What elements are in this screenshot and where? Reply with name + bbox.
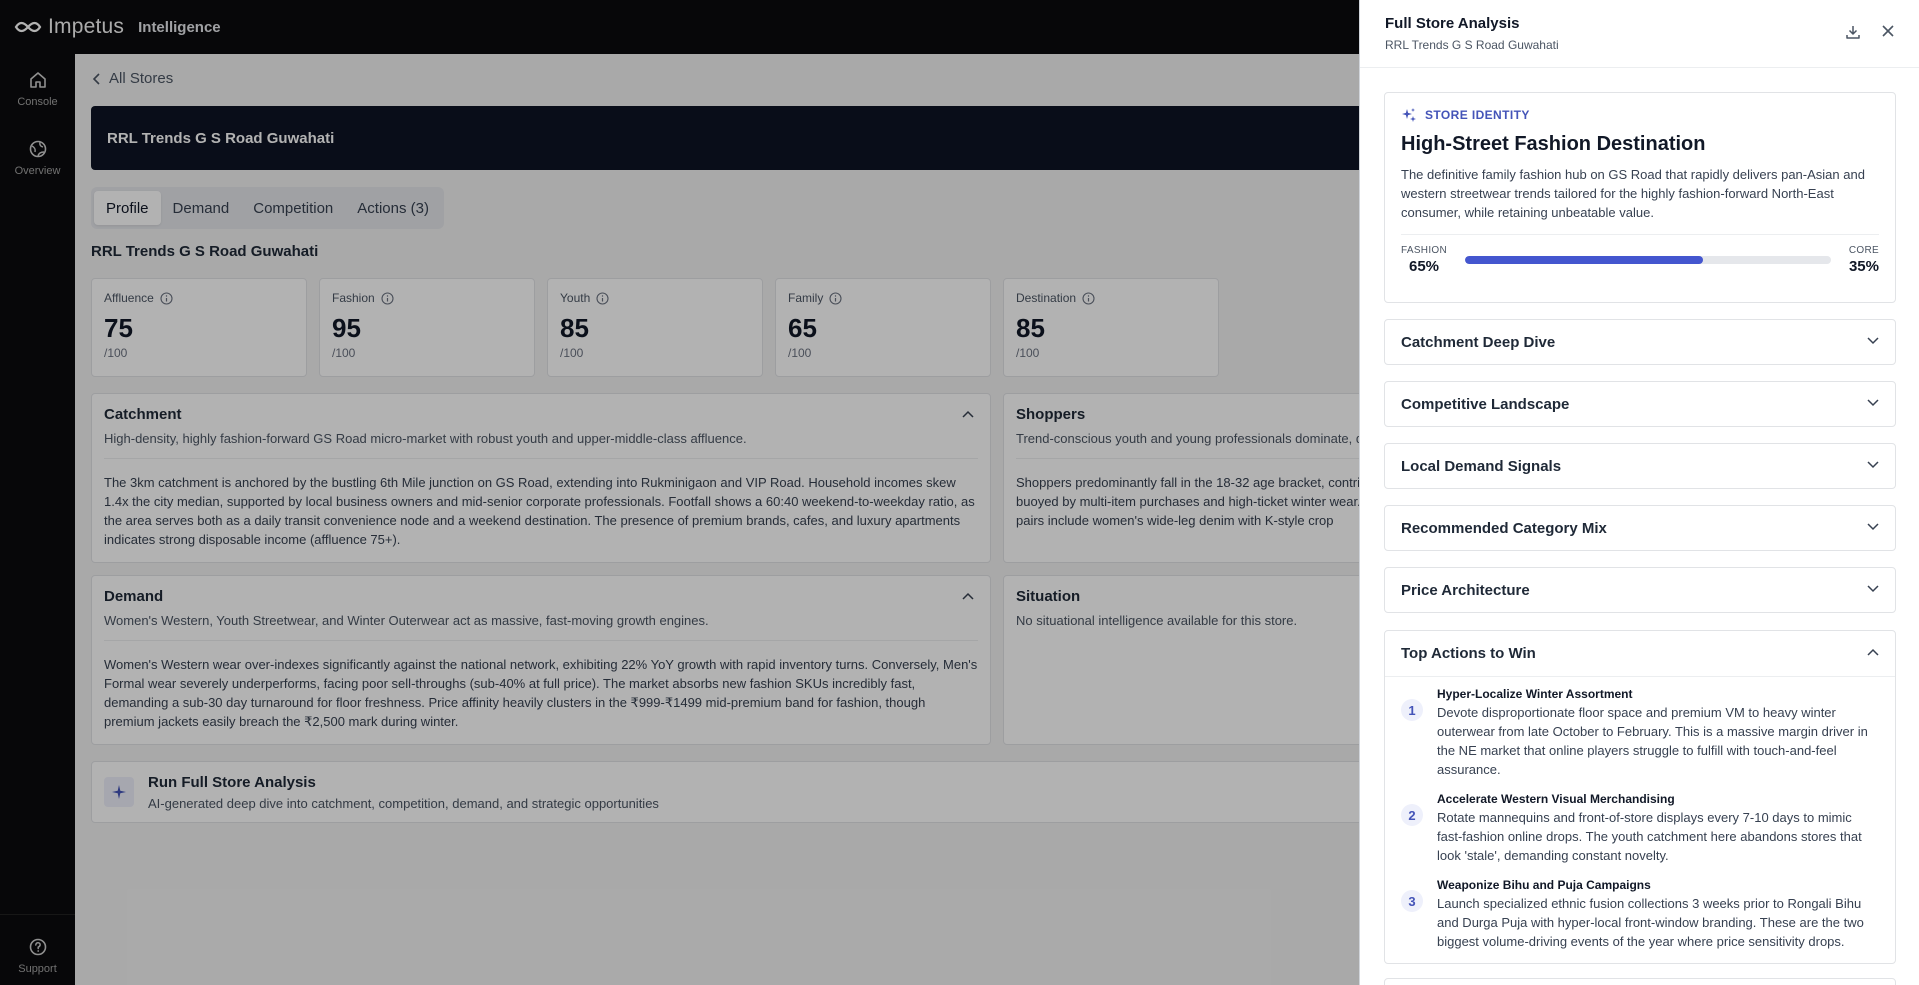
action-item: 3 Weaponize Bihu and Puja Campaigns Laun… — [1401, 878, 1877, 951]
chevron-down-icon — [1867, 585, 1879, 593]
accordion-local-demand-signals[interactable]: Local Demand Signals — [1384, 443, 1896, 489]
chevron-down-icon — [1867, 399, 1879, 407]
accordion-recommended-category-mix[interactable]: Recommended Category Mix — [1384, 505, 1896, 551]
identity-description: The definitive family fashion hub on GS … — [1401, 167, 1865, 220]
split-left-value: 65% — [1408, 258, 1440, 275]
identity-divider — [1401, 234, 1879, 235]
accordion-competitive-landscape[interactable]: Competitive Landscape — [1384, 381, 1896, 427]
chevron-down-icon — [1867, 461, 1879, 469]
chevron-down-icon — [1867, 523, 1879, 531]
identity-label: STORE IDENTITY — [1425, 108, 1530, 122]
full-store-analysis-panel: Full Store Analysis RRL Trends G S Road … — [1359, 0, 1919, 985]
accordion-catchment-deep-dive[interactable]: Catchment Deep Dive — [1384, 319, 1896, 365]
close-button[interactable] — [1881, 24, 1895, 40]
modal-backdrop[interactable] — [0, 0, 1359, 985]
split-right-key: CORE — [1848, 245, 1879, 256]
action-title: Accelerate Western Visual Merchandising — [1437, 792, 1675, 806]
accordion-title: Price Architecture — [1401, 581, 1530, 599]
panel-subtitle: RRL Trends G S Road Guwahati — [1385, 38, 1559, 52]
download-button[interactable] — [1845, 24, 1861, 40]
action-item: 2 Accelerate Western Visual Merchandisin… — [1401, 792, 1877, 865]
action-title: Weaponize Bihu and Puja Campaigns — [1437, 878, 1651, 892]
action-item: 1 Hyper-Localize Winter Assortment Devot… — [1401, 687, 1877, 779]
chevron-up-icon — [1867, 648, 1879, 656]
split-progress-fill — [1465, 256, 1703, 264]
panel-header: Full Store Analysis RRL Trends G S Road … — [1360, 0, 1919, 68]
accordion-title: Catchment Deep Dive — [1401, 333, 1556, 351]
next-section-edge — [1384, 978, 1896, 985]
sparkles-icon — [1402, 108, 1416, 122]
action-description: Launch specialized ethnic fusion collect… — [1437, 896, 1864, 949]
download-icon — [1846, 26, 1860, 39]
accordion-title: Top Actions to Win — [1401, 645, 1536, 662]
accordion-price-architecture[interactable]: Price Architecture — [1384, 567, 1896, 613]
action-number: 3 — [1401, 890, 1423, 912]
accordion-title: Local Demand Signals — [1401, 457, 1562, 475]
action-number: 1 — [1401, 699, 1423, 721]
identity-headline: High-Street Fashion Destination — [1401, 133, 1706, 155]
fashion-core-split: FASHION 65% CORE 35% — [1401, 245, 1879, 275]
panel-title: Full Store Analysis — [1385, 15, 1520, 32]
split-right-value: 35% — [1848, 258, 1879, 275]
action-description: Rotate mannequins and front-of-store dis… — [1437, 810, 1862, 863]
accordion-top-actions: Top Actions to Win 1 Hyper-Localize Wint… — [1384, 630, 1896, 964]
split-progress-bar — [1465, 256, 1831, 264]
action-description: Devote disproportionate floor space and … — [1437, 705, 1868, 777]
action-number: 2 — [1401, 804, 1423, 826]
close-icon — [1882, 25, 1894, 37]
split-left-key: FASHION — [1401, 245, 1447, 256]
chevron-down-icon — [1867, 337, 1879, 345]
store-identity-card: STORE IDENTITY High-Street Fashion Desti… — [1384, 92, 1896, 303]
accordion-title: Recommended Category Mix — [1401, 519, 1607, 537]
accordion-title: Competitive Landscape — [1401, 395, 1570, 413]
accordion-top-actions-header[interactable]: Top Actions to Win — [1385, 631, 1895, 677]
action-title: Hyper-Localize Winter Assortment — [1437, 687, 1633, 701]
